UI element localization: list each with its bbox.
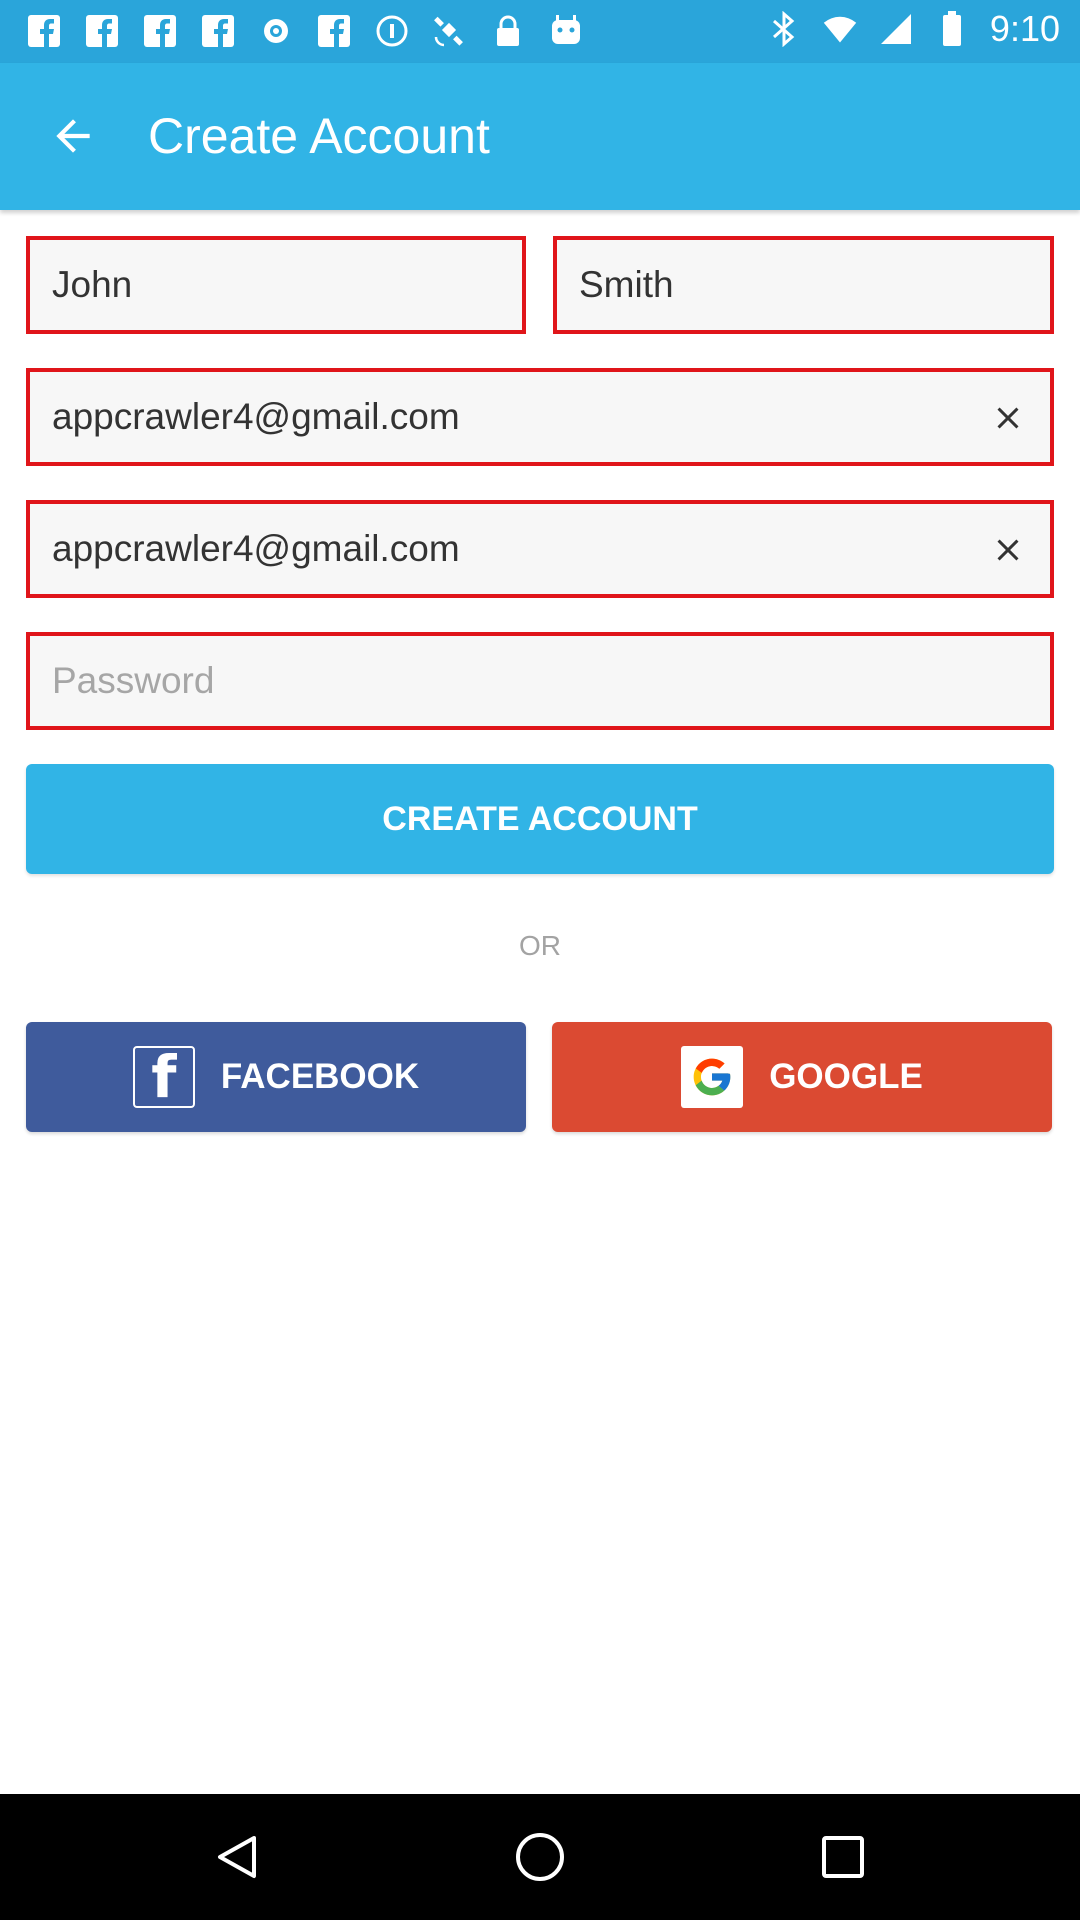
signal-icon (878, 10, 914, 48)
first-name-field[interactable] (26, 236, 526, 334)
close-icon (997, 539, 1019, 561)
lock-icon (490, 12, 526, 50)
navigation-bar (0, 1794, 1080, 1920)
wifi-icon (822, 10, 858, 48)
password-field[interactable] (26, 632, 1054, 730)
triangle-back-icon (218, 1836, 256, 1878)
satellite-icon (432, 12, 468, 50)
create-account-button[interactable]: CREATE ACCOUNT (26, 764, 1054, 874)
back-button[interactable] (40, 103, 106, 169)
email-input[interactable] (52, 372, 962, 462)
facebook-icon (26, 12, 62, 50)
facebook-icon (200, 12, 236, 50)
nav-recents-button[interactable] (810, 1824, 876, 1890)
password-input[interactable] (52, 636, 962, 726)
circle-home-icon (516, 1833, 564, 1881)
android-icon (548, 12, 584, 50)
clock: 9:10 (989, 8, 1060, 49)
clear-confirm-email-button[interactable] (986, 528, 1030, 572)
status-bar: 9:10 (0, 0, 1080, 63)
or-separator: OR (519, 930, 561, 961)
email-field[interactable] (26, 368, 1054, 466)
facebook-icon: f (132, 1046, 195, 1108)
info-icon (374, 12, 410, 50)
last-name-input[interactable] (579, 240, 962, 330)
nav-home-button[interactable] (507, 1824, 573, 1890)
google-icon (681, 1046, 744, 1108)
battery-icon (934, 10, 970, 48)
facebook-icon (84, 12, 120, 50)
notification-icons (26, 12, 584, 50)
record-icon (258, 12, 294, 50)
close-icon (997, 407, 1019, 429)
confirm-email-field[interactable] (26, 500, 1054, 598)
google-login-button[interactable]: GOOGLE (552, 1022, 1052, 1132)
system-icons: 9:10 (766, 8, 1060, 50)
last-name-field[interactable] (553, 236, 1054, 334)
bluetooth-icon (766, 10, 802, 48)
clear-email-button[interactable] (986, 396, 1030, 440)
page-title: Create Account (148, 108, 490, 164)
facebook-icon (316, 12, 352, 50)
first-name-input[interactable] (52, 240, 434, 330)
confirm-email-input[interactable] (52, 504, 962, 594)
facebook-icon (142, 12, 178, 50)
facebook-button-label: FACEBOOK (220, 1057, 420, 1096)
nav-back-button[interactable] (204, 1824, 270, 1890)
facebook-login-button[interactable]: f FACEBOOK (26, 1022, 526, 1132)
square-recents-icon (822, 1836, 864, 1878)
google-button-label: GOOGLE (769, 1057, 923, 1096)
arrow-back-icon (56, 119, 90, 153)
app-bar: Create Account (0, 63, 1080, 210)
